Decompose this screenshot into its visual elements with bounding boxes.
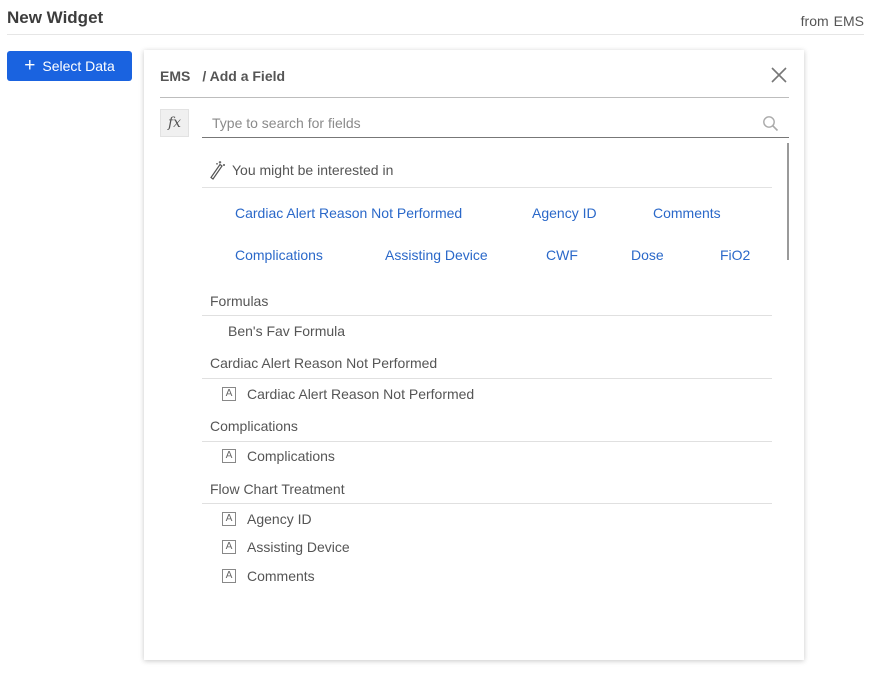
panel-divider bbox=[160, 97, 789, 98]
section-divider bbox=[202, 378, 772, 379]
text-type-icon: A bbox=[222, 387, 236, 401]
suggestion-assisting-device[interactable]: Assisting Device bbox=[385, 247, 488, 263]
text-type-icon: A bbox=[222, 512, 236, 526]
suggestion-dose[interactable]: Dose bbox=[631, 247, 664, 263]
search-field bbox=[202, 109, 789, 138]
suggestion-cwf[interactable]: CWF bbox=[546, 247, 578, 263]
suggestions-scrollbar[interactable] bbox=[787, 143, 789, 260]
suggestions-area: You might be interested in Cardiac Alert… bbox=[202, 143, 789, 263]
search-input[interactable] bbox=[202, 109, 762, 137]
data-source-label: from EMS bbox=[801, 13, 864, 29]
close-icon[interactable] bbox=[768, 64, 790, 86]
field-item[interactable]: A Cardiac Alert Reason Not Performed bbox=[222, 386, 474, 402]
text-type-icon: A bbox=[222, 540, 236, 554]
breadcrumb-root[interactable]: EMS bbox=[160, 68, 190, 84]
section-divider bbox=[202, 441, 772, 442]
section-divider bbox=[202, 503, 772, 504]
fx-icon: fx bbox=[167, 115, 182, 131]
suggestion-cardiac-alert[interactable]: Cardiac Alert Reason Not Performed bbox=[235, 205, 462, 221]
field-item[interactable]: A Complications bbox=[222, 448, 335, 464]
source-prefix: from bbox=[800, 13, 829, 29]
suggestion-comments[interactable]: Comments bbox=[653, 205, 721, 221]
field-label: Agency ID bbox=[247, 511, 312, 527]
select-data-button[interactable]: + Select Data bbox=[7, 51, 132, 81]
section-header-complications: Complications bbox=[210, 418, 298, 434]
breadcrumb-current: / Add a Field bbox=[202, 68, 286, 84]
suggestion-complications[interactable]: Complications bbox=[235, 247, 323, 263]
breadcrumb: EMS / Add a Field bbox=[160, 68, 285, 84]
field-label: Complications bbox=[247, 448, 335, 464]
formula-item[interactable]: Ben's Fav Formula bbox=[228, 323, 345, 339]
field-item[interactable]: A Comments bbox=[222, 568, 315, 584]
field-item[interactable]: A Agency ID bbox=[222, 511, 312, 527]
section-header-formulas: Formulas bbox=[210, 293, 269, 309]
suggestion-fio2[interactable]: FiO2 bbox=[720, 247, 750, 263]
page-title: New Widget bbox=[7, 8, 104, 27]
section-header-cardiac-alert: Cardiac Alert Reason Not Performed bbox=[210, 355, 438, 371]
field-label: Assisting Device bbox=[247, 539, 350, 555]
suggestions-divider bbox=[202, 187, 772, 188]
suggestion-agency-id[interactable]: Agency ID bbox=[532, 205, 597, 221]
text-type-icon: A bbox=[222, 569, 236, 583]
text-type-icon: A bbox=[222, 449, 236, 463]
suggestions-header: You might be interested in bbox=[208, 160, 393, 180]
add-field-panel: EMS / Add a Field fx You might be intere… bbox=[144, 50, 804, 660]
section-header-flow-chart-treatment: Flow Chart Treatment bbox=[210, 481, 345, 497]
search-icon[interactable] bbox=[762, 115, 779, 132]
field-label: Comments bbox=[247, 568, 315, 584]
suggestions-title: You might be interested in bbox=[232, 162, 394, 178]
header-divider bbox=[7, 34, 864, 35]
select-data-label: Select Data bbox=[42, 58, 115, 74]
plus-icon: + bbox=[24, 54, 36, 76]
source-name: EMS bbox=[833, 13, 864, 29]
magic-wand-icon bbox=[210, 161, 225, 180]
section-divider bbox=[202, 315, 772, 316]
field-item[interactable]: A Assisting Device bbox=[222, 539, 350, 555]
field-label: Cardiac Alert Reason Not Performed bbox=[247, 386, 475, 402]
formula-fx-button[interactable]: fx bbox=[160, 109, 189, 137]
